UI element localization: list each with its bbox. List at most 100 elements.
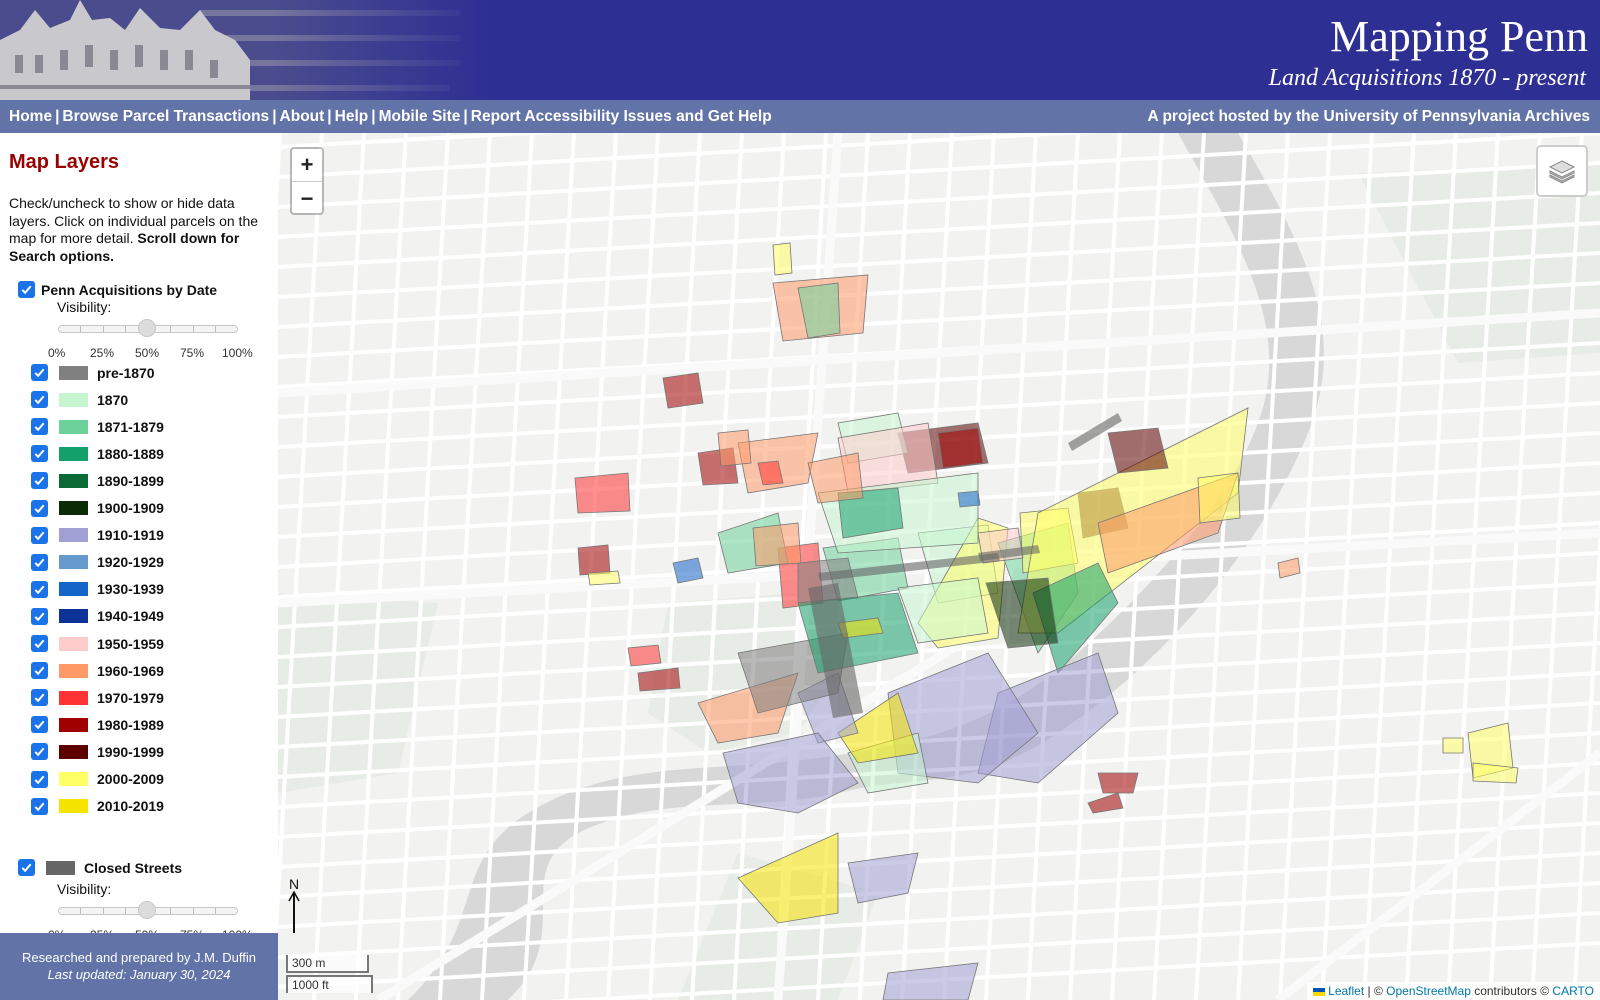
slider-thumb[interactable] — [138, 901, 156, 919]
legend-label: 1870 — [97, 391, 129, 408]
legend-item[interactable]: 1870 — [31, 391, 129, 409]
legend-label: 1970-1979 — [97, 689, 164, 706]
legend-swatch — [59, 473, 88, 488]
visibility-label: Visibility: — [57, 881, 112, 897]
parcel[interactable] — [637, 667, 681, 692]
legend-item[interactable]: 1990-1999 — [31, 743, 164, 761]
legend-item[interactable]: 1900-1909 — [31, 499, 164, 517]
zoom-in-button[interactable]: + — [292, 149, 322, 182]
nav-link-home[interactable]: Home — [9, 108, 52, 125]
parcel[interactable] — [672, 557, 704, 584]
legend-label: 1960-1969 — [97, 662, 164, 679]
legend-swatch — [59, 609, 88, 624]
legend-item[interactable]: 1950-1959 — [31, 635, 164, 652]
parcel[interactable] — [574, 472, 631, 514]
slider-scale-label: 50% — [135, 346, 160, 360]
parcel[interactable] — [1277, 557, 1301, 579]
credits-box: Researched and prepared by J.M. Duffin L… — [0, 933, 278, 1000]
parcel[interactable] — [1197, 472, 1241, 524]
legend-item[interactable]: 2000-2009 — [31, 770, 164, 788]
slider-tick — [125, 908, 126, 914]
basemap[interactable] — [278, 133, 1600, 1000]
parcel[interactable] — [717, 429, 752, 467]
parcel[interactable] — [957, 490, 981, 508]
legend-item[interactable]: 1940-1949 — [31, 607, 164, 625]
openstreetmap-link[interactable]: OpenStreetMap — [1386, 984, 1471, 998]
checkbox-checked-icon[interactable] — [31, 526, 48, 544]
nav-link-help[interactable]: Help — [335, 108, 369, 125]
parcel[interactable] — [1107, 427, 1169, 474]
slider-tick — [103, 908, 104, 914]
parcel[interactable] — [587, 570, 621, 586]
checkbox-checked-icon[interactable] — [31, 418, 48, 436]
legend-swatch — [59, 419, 88, 434]
leaflet-link[interactable]: Leaflet — [1328, 984, 1364, 998]
parcel[interactable] — [1087, 792, 1124, 814]
parcel[interactable] — [882, 962, 979, 1000]
checkbox-checked-icon[interactable] — [31, 689, 48, 707]
parcel[interactable] — [1097, 772, 1139, 794]
legend-item[interactable]: 1920-1929 — [31, 553, 164, 571]
layer-label: Penn Acquisitions by Date — [41, 281, 218, 298]
opacity-slider-closed-streets[interactable] — [58, 901, 238, 919]
carto-link[interactable]: CARTO — [1552, 984, 1594, 998]
credits-updated: Last updated: January 30, 2024 — [47, 967, 231, 982]
checkbox-checked-icon[interactable] — [31, 607, 48, 625]
checkbox-checked-icon[interactable] — [31, 635, 48, 652]
site-subtitle: Land Acquisitions 1870 - present — [1268, 65, 1586, 91]
legend-item[interactable]: 1930-1939 — [31, 580, 164, 598]
checkbox-checked-icon[interactable] — [31, 364, 48, 381]
checkbox-checked-icon[interactable] — [31, 797, 48, 815]
parcel[interactable] — [627, 644, 662, 667]
legend-item[interactable]: 1980-1989 — [31, 716, 164, 734]
legend-item[interactable]: 1871-1879 — [31, 418, 164, 436]
zoom-out-button[interactable]: − — [292, 182, 322, 215]
slider-thumb[interactable] — [138, 319, 156, 337]
legend-item[interactable]: 1910-1919 — [31, 526, 164, 544]
parcel[interactable] — [1442, 737, 1464, 754]
checkbox-checked-icon[interactable] — [31, 743, 48, 761]
checkbox-checked-icon[interactable] — [31, 499, 48, 517]
checkbox-checked-icon[interactable] — [31, 580, 48, 598]
checkbox-checked-icon[interactable] — [31, 553, 48, 571]
legend-label: 1890-1899 — [97, 472, 164, 489]
legend-label: 2000-2009 — [97, 771, 164, 787]
legend-item[interactable]: 1890-1899 — [31, 472, 164, 490]
university-archives-link[interactable]: University of Pennsylvania Archives — [1324, 108, 1590, 125]
nav-link-about[interactable]: About — [280, 108, 325, 125]
parcel[interactable] — [772, 242, 793, 276]
checkbox-checked-icon[interactable] — [18, 281, 35, 298]
slider-tick — [80, 908, 81, 914]
legend-label: 1920-1929 — [97, 554, 164, 571]
map-canvas[interactable]: + − N 300 m 1000 ft Leaflet | © OpenStre… — [278, 133, 1600, 1000]
map-attribution: Leaflet | © OpenStreetMap contributors ©… — [1307, 982, 1600, 1000]
credits-author: Researched and prepared by J.M. Duffin — [22, 950, 256, 965]
parcel[interactable] — [752, 522, 802, 567]
parcel[interactable] — [662, 372, 704, 409]
parcel[interactable] — [577, 544, 611, 576]
layer-toggle-penn-acquisitions[interactable]: Penn Acquisitions by Date — [18, 281, 217, 298]
layers-control-button[interactable] — [1536, 145, 1588, 197]
checkbox-checked-icon[interactable] — [31, 770, 48, 788]
checkbox-checked-icon[interactable] — [18, 859, 35, 876]
legend-swatch — [59, 365, 88, 380]
checkbox-checked-icon[interactable] — [31, 716, 48, 734]
checkbox-checked-icon[interactable] — [31, 445, 48, 463]
slider-tick — [103, 326, 104, 332]
layer-toggle-closed-streets[interactable]: Closed Streets — [18, 859, 182, 876]
nav-link-report-accessibility[interactable]: Report Accessibility Issues and Get Help — [471, 108, 772, 125]
legend-item[interactable]: pre-1870 — [31, 364, 155, 381]
checkbox-checked-icon[interactable] — [31, 662, 48, 680]
legend-item[interactable]: 2010-2019 — [31, 797, 164, 815]
legend-item[interactable]: 1970-1979 — [31, 689, 164, 707]
attribution-contributors: contributors © — [1470, 984, 1553, 998]
parcel[interactable] — [937, 427, 984, 469]
nav-link-browse-parcel-transactions[interactable]: Browse Parcel Transactions — [62, 108, 269, 125]
checkbox-checked-icon[interactable] — [31, 472, 48, 490]
checkbox-checked-icon[interactable] — [31, 391, 48, 409]
nav-link-mobile-site[interactable]: Mobile Site — [379, 108, 461, 125]
legend-swatch — [59, 799, 88, 814]
legend-item[interactable]: 1880-1889 — [31, 445, 164, 463]
opacity-slider-acquisitions[interactable] — [58, 319, 238, 337]
legend-item[interactable]: 1960-1969 — [31, 662, 164, 680]
